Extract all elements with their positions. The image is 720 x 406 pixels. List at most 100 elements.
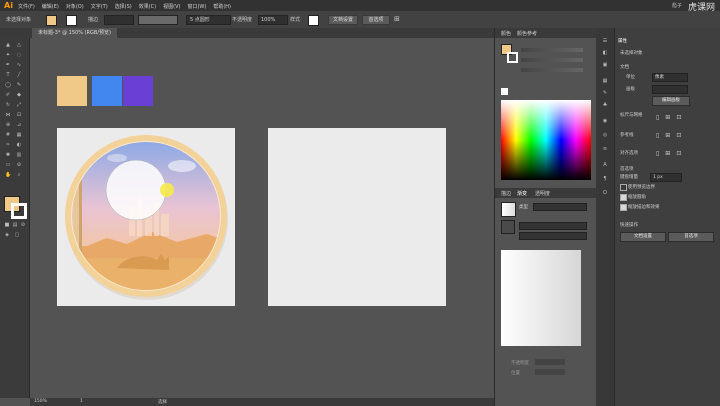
symbols-icon[interactable]: ♣ bbox=[602, 102, 608, 108]
gradient-mode-icon[interactable]: ▤ bbox=[12, 222, 18, 228]
slider-r[interactable] bbox=[521, 48, 583, 52]
slice-tool-icon[interactable]: ⊘ bbox=[16, 162, 22, 168]
arrange-icon[interactable]: ⊞ bbox=[394, 15, 400, 23]
document-tab[interactable]: 未标题-3* @ 150% (RGB/预览) bbox=[32, 28, 117, 38]
align-icons[interactable]: ▯⊞⊡ bbox=[656, 150, 706, 158]
tab-transparency[interactable]: 透明度 bbox=[535, 190, 550, 197]
gradient-type-dropdown[interactable] bbox=[533, 203, 587, 211]
character-icon[interactable]: A bbox=[602, 162, 608, 168]
doc-setup-quick-button[interactable]: 文档设置 bbox=[620, 232, 666, 242]
palette-swatch-blue[interactable] bbox=[92, 76, 122, 106]
ruler-grid-icons[interactable]: ▯⊞⊡ bbox=[656, 114, 706, 122]
swatches-icon[interactable]: ▦ bbox=[602, 78, 608, 84]
scale-corners-checkbox[interactable] bbox=[620, 194, 627, 201]
free-transform-icon[interactable]: ⊡ bbox=[16, 112, 22, 118]
direct-selection-tool-icon[interactable]: △ bbox=[16, 42, 22, 48]
stroke-swatch[interactable] bbox=[66, 15, 77, 26]
gradient-fill-toggle[interactable] bbox=[501, 220, 515, 234]
artboard-number[interactable]: 1 bbox=[80, 399, 83, 404]
paintbrush-icon[interactable]: ✎ bbox=[16, 82, 22, 88]
screen-mode-icon[interactable]: ▢ bbox=[14, 232, 20, 238]
artboard-2[interactable] bbox=[268, 128, 446, 306]
menu-help[interactable]: 帮助(H) bbox=[213, 3, 231, 10]
rotate-tool-icon[interactable]: ↻ bbox=[5, 102, 11, 108]
gradient-angle-input[interactable] bbox=[519, 222, 587, 230]
mesh-tool-icon[interactable]: # bbox=[5, 132, 11, 138]
tab-color[interactable]: 颜色 bbox=[501, 30, 511, 37]
prefs-quick-button[interactable]: 首选项 bbox=[668, 232, 714, 242]
eyedropper-icon[interactable]: ✑ bbox=[5, 142, 11, 148]
gradient-position-input[interactable] bbox=[535, 369, 565, 375]
perspective-grid-icon[interactable]: ⊿ bbox=[16, 122, 22, 128]
menu-select[interactable]: 选择(S) bbox=[115, 3, 132, 10]
menu-object[interactable]: 对象(O) bbox=[66, 3, 84, 10]
graph-tool-icon[interactable]: ▥ bbox=[16, 152, 22, 158]
opacity-input[interactable]: 100% bbox=[258, 15, 288, 25]
gradient-tool-icon[interactable]: ▦ bbox=[16, 132, 22, 138]
stroke-weight-dropdown[interactable] bbox=[104, 15, 134, 25]
menu-type[interactable]: 文字(T) bbox=[91, 3, 108, 10]
type-tool-icon[interactable]: T bbox=[5, 72, 11, 78]
edit-artboard-button[interactable]: 编辑画板 bbox=[652, 96, 690, 106]
selection-tool-icon[interactable]: ▲ bbox=[5, 42, 11, 48]
style-swatch[interactable] bbox=[308, 15, 319, 26]
slider-g[interactable] bbox=[521, 58, 583, 62]
paragraph-icon[interactable]: ¶ bbox=[602, 176, 608, 182]
symbol-sprayer-icon[interactable]: ✺ bbox=[5, 152, 11, 158]
artboard-tool-icon[interactable]: ▭ bbox=[5, 162, 11, 168]
preview-bounds-checkbox[interactable] bbox=[620, 184, 627, 191]
gradient-opacity-input[interactable] bbox=[535, 359, 565, 365]
tab-color-guide[interactable]: 颜色参考 bbox=[517, 30, 537, 37]
artboard-dropdown[interactable] bbox=[652, 85, 688, 94]
line-tool-icon[interactable]: ╱ bbox=[16, 72, 22, 78]
blend-tool-icon[interactable]: ◐ bbox=[16, 142, 22, 148]
menu-view[interactable]: 视图(V) bbox=[163, 3, 180, 10]
scale-strokes-checkbox[interactable] bbox=[620, 204, 627, 211]
menu-window[interactable]: 窗口(W) bbox=[187, 3, 206, 10]
none-mode-icon[interactable]: ⊘ bbox=[20, 222, 26, 228]
color-stroke-swatch[interactable] bbox=[507, 52, 518, 63]
width-tool-icon[interactable]: ⋈ bbox=[5, 112, 11, 118]
draw-mode-icon[interactable]: ◈ bbox=[4, 232, 10, 238]
guide-icons[interactable]: ▯⊞⊡ bbox=[656, 132, 706, 140]
layers-icon[interactable]: ◧ bbox=[602, 50, 608, 56]
libraries-icon[interactable]: ▣ bbox=[602, 62, 608, 68]
shaper-tool-icon[interactable]: ✐ bbox=[5, 92, 11, 98]
curvature-tool-icon[interactable]: ∿ bbox=[16, 62, 22, 68]
menu-file[interactable]: 文件(F) bbox=[18, 3, 35, 10]
hand-tool-icon[interactable]: ✋ bbox=[5, 172, 11, 178]
color-mode-icon[interactable]: ■ bbox=[4, 222, 10, 228]
shape-builder-icon[interactable]: ⊕ bbox=[5, 122, 11, 128]
appearance-icon[interactable]: ◎ bbox=[602, 132, 608, 138]
artboard-1[interactable] bbox=[57, 128, 235, 306]
ellipse-tool-icon[interactable]: ◯ bbox=[5, 82, 11, 88]
slider-b[interactable] bbox=[521, 68, 583, 72]
stroke-color-box[interactable] bbox=[11, 203, 27, 219]
palette-swatch-purple[interactable] bbox=[123, 76, 153, 106]
gradient-preview[interactable] bbox=[501, 250, 581, 346]
prefs-button[interactable]: 首选项 bbox=[362, 15, 390, 25]
white-swatch[interactable] bbox=[501, 88, 508, 95]
lasso-icon[interactable]: ◌ bbox=[16, 52, 22, 58]
tab-stroke[interactable]: 描边 bbox=[501, 190, 511, 197]
canvas-area[interactable] bbox=[30, 38, 494, 398]
variable-width-dropdown[interactable] bbox=[138, 15, 178, 25]
eraser-icon[interactable]: ◆ bbox=[16, 92, 22, 98]
brushes-icon[interactable]: ✎ bbox=[602, 90, 608, 96]
brush-dropdown[interactable]: 5 点圆形 bbox=[186, 15, 231, 25]
graphic-styles-icon[interactable]: ◉ bbox=[602, 118, 608, 124]
keyboard-increment-input[interactable]: 1 px bbox=[650, 173, 682, 182]
fill-swatch[interactable] bbox=[46, 15, 57, 26]
opentype-icon[interactable]: O bbox=[602, 190, 608, 196]
scale-tool-icon[interactable]: ⤢ bbox=[16, 102, 22, 108]
doc-setup-button[interactable]: 文档设置 bbox=[328, 15, 358, 25]
properties-icon[interactable]: ☰ bbox=[602, 38, 608, 44]
palette-swatch-sand[interactable] bbox=[57, 76, 87, 106]
gradient-thumbnail[interactable] bbox=[501, 202, 516, 217]
menu-edit[interactable]: 编辑(E) bbox=[42, 3, 59, 10]
zoom-tool-icon[interactable]: ⌕ bbox=[16, 172, 22, 178]
menu-effect[interactable]: 效果(C) bbox=[139, 3, 156, 10]
magic-wand-icon[interactable]: ✦ bbox=[5, 52, 11, 58]
units-dropdown[interactable]: 像素 bbox=[652, 73, 688, 82]
zoom-level[interactable]: 150% bbox=[34, 399, 47, 404]
